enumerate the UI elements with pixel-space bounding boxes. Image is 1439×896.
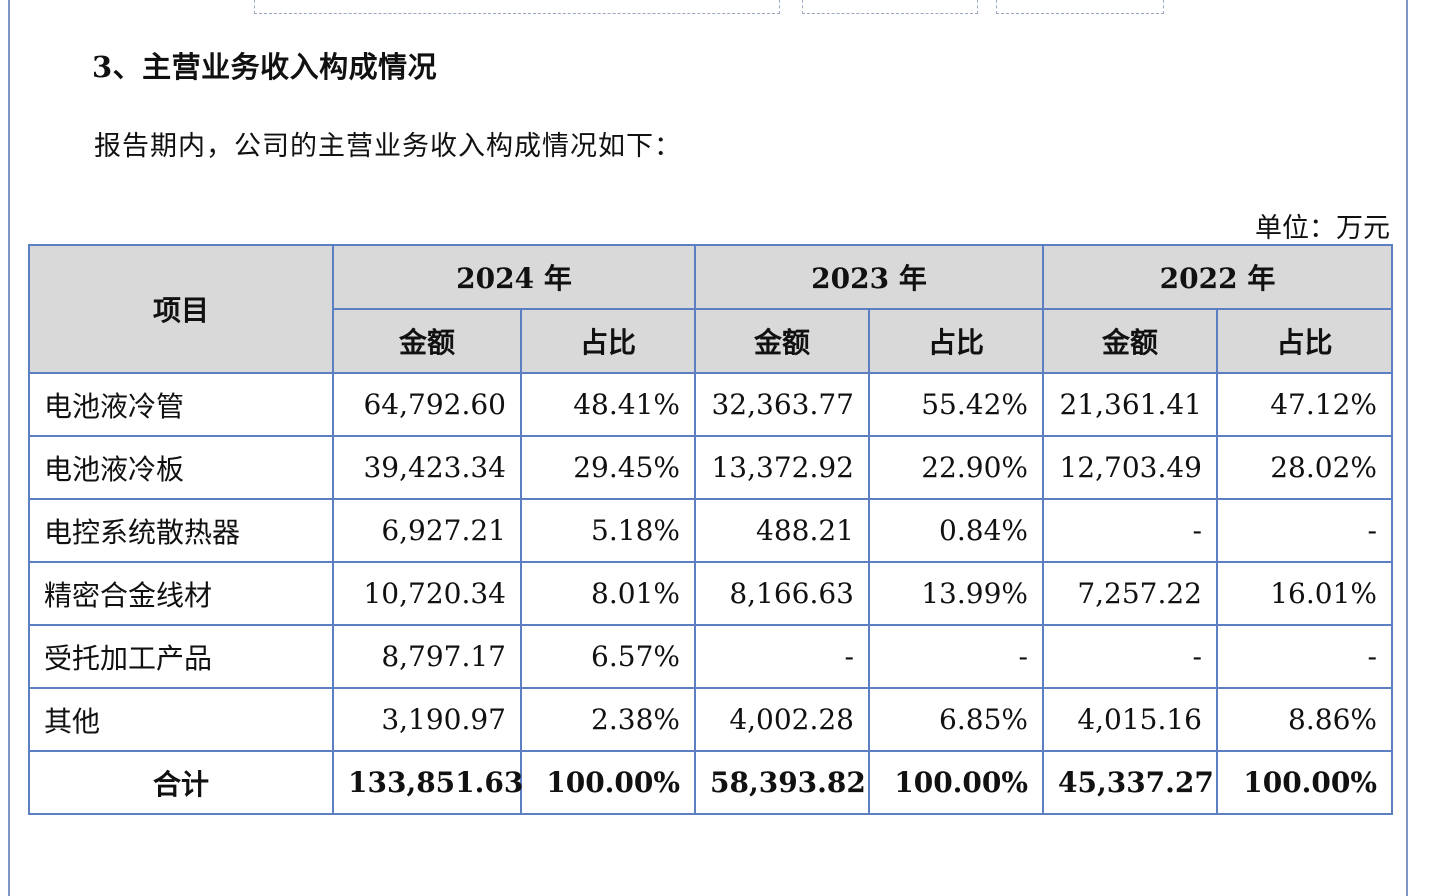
previous-table-remnant: [996, 0, 1164, 14]
total-cell: 45,337.27: [1042, 750, 1218, 815]
cell: 32,363.77: [694, 372, 870, 437]
cell: 28.02%: [1216, 435, 1393, 500]
row-label: 其他: [28, 687, 334, 752]
row-label: 受托加工产品: [28, 624, 334, 689]
cell: -: [1216, 498, 1393, 563]
cell: 10,720.34: [332, 561, 522, 626]
cell: 6.57%: [520, 624, 696, 689]
cell: 7,257.22: [1042, 561, 1218, 626]
cell: 3,190.97: [332, 687, 522, 752]
cell: 47.12%: [1216, 372, 1393, 437]
cell: 4,002.28: [694, 687, 870, 752]
cell: 39,423.34: [332, 435, 522, 500]
total-label: 合计: [28, 750, 334, 815]
total-row: 合计 133,851.63 100.00% 58,393.82 100.00% …: [28, 750, 1393, 815]
amount-header: 金额: [1042, 308, 1218, 374]
cell: 22.90%: [868, 435, 1044, 500]
row-label: 电控系统散热器: [28, 498, 334, 563]
share-header: 占比: [520, 308, 696, 374]
cell: -: [1042, 624, 1218, 689]
cell: 488.21: [694, 498, 870, 563]
share-header: 占比: [868, 308, 1044, 374]
table-row: 电控系统散热器 6,927.21 5.18% 488.21 0.84% - -: [28, 498, 1393, 563]
total-cell: 100.00%: [520, 750, 696, 815]
year-header: 2023 年: [694, 244, 1044, 310]
total-cell: 100.00%: [868, 750, 1044, 815]
cell: 6.85%: [868, 687, 1044, 752]
cell: -: [868, 624, 1044, 689]
table-row: 受托加工产品 8,797.17 6.57% - - - -: [28, 624, 1393, 689]
cell: 12,703.49: [1042, 435, 1218, 500]
total-cell: 100.00%: [1216, 750, 1393, 815]
cell: 8,166.63: [694, 561, 870, 626]
table-row: 电池液冷板 39,423.34 29.45% 13,372.92 22.90% …: [28, 435, 1393, 500]
row-label: 电池液冷管: [28, 372, 334, 437]
table-row: 精密合金线材 10,720.34 8.01% 8,166.63 13.99% 7…: [28, 561, 1393, 626]
cell: 64,792.60: [332, 372, 522, 437]
section-title: 3、主营业务收入构成情况: [92, 50, 438, 84]
cell: 4,015.16: [1042, 687, 1218, 752]
table-row: 电池液冷管 64,792.60 48.41% 32,363.77 55.42% …: [28, 372, 1393, 437]
cell: 48.41%: [520, 372, 696, 437]
total-cell: 58,393.82: [694, 750, 870, 815]
cell: 21,361.41: [1042, 372, 1218, 437]
cell: 5.18%: [520, 498, 696, 563]
unit-label: 单位：万元: [1255, 213, 1390, 244]
previous-table-remnant: [802, 0, 978, 14]
cell: 16.01%: [1216, 561, 1393, 626]
year-header: 2022 年: [1042, 244, 1393, 310]
cell: -: [694, 624, 870, 689]
cell: 8,797.17: [332, 624, 522, 689]
cell: 8.01%: [520, 561, 696, 626]
cell: 6,927.21: [332, 498, 522, 563]
row-label: 电池液冷板: [28, 435, 334, 500]
previous-table-remnant: [254, 0, 780, 14]
cell: -: [1216, 624, 1393, 689]
amount-header: 金额: [694, 308, 870, 374]
intro-text: 报告期内，公司的主营业务收入构成情况如下：: [94, 131, 682, 162]
cell: 0.84%: [868, 498, 1044, 563]
share-header: 占比: [1216, 308, 1393, 374]
row-label: 精密合金线材: [28, 561, 334, 626]
cell: 13.99%: [868, 561, 1044, 626]
table-row: 其他 3,190.97 2.38% 4,002.28 6.85% 4,015.1…: [28, 687, 1393, 752]
cell: 55.42%: [868, 372, 1044, 437]
cell: 29.45%: [520, 435, 696, 500]
cell: 13,372.92: [694, 435, 870, 500]
amount-header: 金额: [332, 308, 522, 374]
year-header: 2024 年: [332, 244, 696, 310]
item-header: 项目: [28, 244, 334, 374]
revenue-table: 项目 2024 年 2023 年 2022 年 金额 占比 金额 占比 金额 占…: [28, 244, 1393, 815]
cell: 8.86%: [1216, 687, 1393, 752]
total-cell: 133,851.63: [332, 750, 523, 815]
cell: 2.38%: [520, 687, 696, 752]
cell: -: [1042, 498, 1218, 563]
